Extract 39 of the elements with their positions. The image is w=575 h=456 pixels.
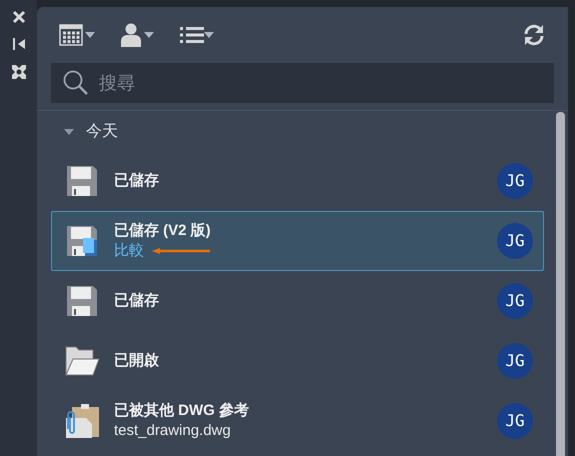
item-title: 已被其他 DWG 參考 bbox=[114, 401, 250, 421]
user-avatar: JG bbox=[497, 283, 533, 319]
user-avatar: JG bbox=[497, 403, 533, 439]
user-icon bbox=[121, 23, 141, 47]
calendar-filter-button[interactable] bbox=[59, 24, 95, 46]
item-title: 已儲存 (V2 版) bbox=[114, 221, 212, 241]
user-avatar: JG bbox=[497, 163, 533, 199]
caret-icon bbox=[85, 32, 95, 38]
arrow-drawing bbox=[152, 248, 210, 254]
floppy-copy-icon bbox=[65, 224, 99, 258]
search-icon bbox=[63, 70, 89, 96]
folder-icon bbox=[64, 345, 100, 377]
compare-link[interactable]: 比較 bbox=[114, 241, 144, 261]
scrollbar[interactable] bbox=[556, 112, 565, 456]
search-field[interactable]: 搜尋 bbox=[51, 63, 554, 103]
caret-icon bbox=[204, 32, 214, 38]
collapse-icon[interactable] bbox=[12, 37, 26, 51]
history-item[interactable]: 已儲存 JG bbox=[51, 271, 544, 331]
user-avatar: JG bbox=[497, 223, 533, 259]
history-item[interactable]: 已儲存 JG bbox=[51, 151, 544, 211]
settings-icon[interactable] bbox=[10, 64, 26, 80]
user-filter-button[interactable] bbox=[121, 23, 154, 47]
caret-icon[interactable] bbox=[64, 129, 74, 135]
refresh-icon[interactable] bbox=[522, 24, 546, 46]
history-item[interactable]: 已開啟 JG bbox=[51, 331, 544, 391]
history-item[interactable]: 已儲存 (V2 版) 比較 JG bbox=[51, 211, 544, 271]
item-title: 已開啟 bbox=[114, 351, 160, 371]
list-icon bbox=[180, 26, 204, 44]
history-item[interactable]: 已被其他 DWG 參考 test_drawing.dwg JG bbox=[51, 391, 544, 451]
item-filename: test_drawing.dwg bbox=[114, 421, 232, 441]
item-title: 已儲存 bbox=[114, 171, 160, 191]
group-label: 今天 bbox=[86, 122, 118, 142]
list-view-button[interactable] bbox=[180, 26, 214, 44]
clipboard-paperclip-icon bbox=[64, 403, 100, 439]
user-avatar: JG bbox=[497, 343, 533, 379]
close-icon[interactable] bbox=[12, 10, 26, 24]
caret-icon bbox=[144, 32, 154, 38]
calendar-icon bbox=[59, 24, 83, 46]
item-title: 已儲存 bbox=[114, 291, 160, 311]
